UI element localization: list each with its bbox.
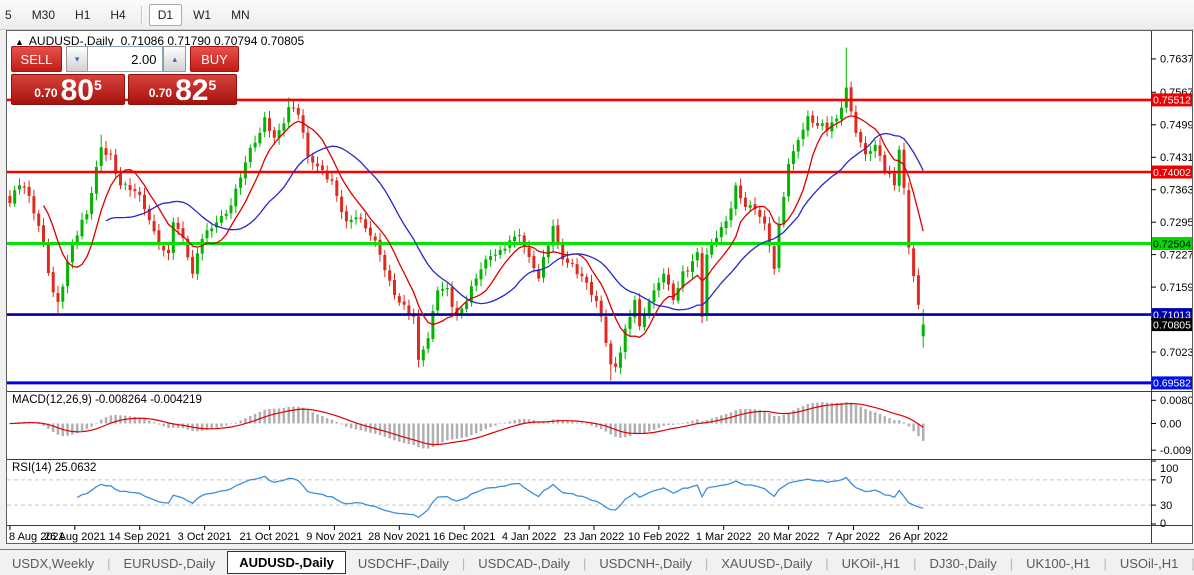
svg-text:0.76370: 0.76370 [1160, 54, 1192, 66]
sell-price-prefix: 0.70 [34, 86, 58, 100]
volume-input[interactable] [87, 46, 164, 72]
svg-text:16 Dec 2021: 16 Dec 2021 [433, 531, 495, 543]
svg-text:10 Feb 2022: 10 Feb 2022 [628, 531, 690, 543]
timeframe-mn[interactable]: MN [222, 4, 259, 26]
timeframe-toolbar: 5 M30 H1 H4 D1 W1 MN [0, 0, 1194, 30]
timeframe-h4[interactable]: H4 [101, 4, 134, 26]
svg-text:26 Apr 2022: 26 Apr 2022 [889, 531, 948, 543]
svg-text:0.72504: 0.72504 [1153, 238, 1191, 250]
svg-text:0.74002: 0.74002 [1153, 167, 1191, 179]
volume-increase-button[interactable]: ▴ [163, 46, 187, 72]
svg-text:3 Oct 2021: 3 Oct 2021 [178, 531, 232, 543]
svg-text:30: 30 [1160, 500, 1172, 512]
sell-price-button[interactable]: 0.70 80 5 [11, 74, 125, 107]
rsi-indicator-label: RSI(14) 25.0632 [12, 462, 97, 474]
svg-text:0.72270: 0.72270 [1160, 249, 1192, 261]
timeframe-m30[interactable]: M30 [23, 4, 64, 26]
svg-text:26 Aug 2021: 26 Aug 2021 [44, 531, 106, 543]
svg-text:100: 100 [1160, 463, 1178, 475]
tab-usdchf-daily[interactable]: USDCHF-,Daily [346, 552, 461, 575]
tab-uk100-h1[interactable]: UK100-,H1 [1014, 552, 1102, 575]
timeframe-w1[interactable]: W1 [184, 4, 220, 26]
buy-price-main: 82 [175, 74, 209, 107]
tab-separator: | [1191, 555, 1194, 571]
symbol-tab-bar: USDX,Weekly | EURUSD-,Daily AUDUSD-,Daily US… [0, 549, 1194, 575]
svg-text:0.69582: 0.69582 [1153, 378, 1191, 390]
svg-text:4 Jan 2022: 4 Jan 2022 [502, 531, 556, 543]
svg-text:0.72950: 0.72950 [1160, 217, 1192, 229]
volume-decrease-button[interactable]: ▾ [65, 46, 88, 72]
svg-text:1 Mar 2022: 1 Mar 2022 [696, 531, 752, 543]
tab-ukoil-h1[interactable]: UKOil-,H1 [830, 552, 913, 575]
buy-button[interactable]: BUY [190, 46, 239, 72]
tab-dj30-daily[interactable]: DJ30-,Daily [918, 552, 1009, 575]
macd-indicator-label: MACD(12,26,9) -0.008264 -0.004219 [12, 394, 202, 406]
svg-text:9 Nov 2021: 9 Nov 2021 [306, 531, 362, 543]
svg-text:28 Nov 2021: 28 Nov 2021 [368, 531, 430, 543]
tab-usoil-h1[interactable]: USOil-,H1 [1108, 552, 1191, 575]
svg-text:0.70805: 0.70805 [1153, 319, 1191, 331]
timeframe-5[interactable]: 5 [0, 4, 21, 26]
svg-text:21 Oct 2021: 21 Oct 2021 [240, 531, 300, 543]
tab-usdcad-daily[interactable]: USDCAD-,Daily [466, 552, 582, 575]
tab-usdcnh-daily[interactable]: USDCNH-,Daily [587, 552, 703, 575]
svg-text:20 Mar 2022: 20 Mar 2022 [758, 531, 820, 543]
tab-eurusd-daily[interactable]: EURUSD-,Daily [112, 552, 228, 575]
svg-text:0.73630: 0.73630 [1160, 185, 1192, 197]
tab-audusd-daily[interactable]: AUDUSD-,Daily [227, 550, 346, 574]
one-click-trading-panel: SELL ▾ ▴ BUY 0.70805 0.70825 [11, 46, 239, 107]
buy-price-prefix: 0.70 [148, 86, 173, 100]
svg-text:0: 0 [1160, 518, 1166, 530]
svg-text:7 Apr 2022: 7 Apr 2022 [827, 531, 880, 543]
svg-text:70: 70 [1160, 475, 1172, 487]
svg-text:0.75512: 0.75512 [1153, 95, 1191, 107]
svg-text:0.00: 0.00 [1160, 418, 1181, 430]
svg-text:0.70230: 0.70230 [1160, 347, 1192, 359]
svg-text:0.74990: 0.74990 [1160, 120, 1192, 132]
sell-price-pip: 5 [93, 77, 102, 93]
toolbar-separator [140, 5, 143, 24]
buy-price-button[interactable]: 0.70 82 5 [128, 74, 237, 107]
chart-window: 0.763700.756700.749900.743100.736300.729… [6, 30, 1193, 544]
svg-text:0.71590: 0.71590 [1160, 282, 1192, 294]
svg-text:0.008061: 0.008061 [1160, 395, 1192, 407]
svg-text:-0.009286: -0.009286 [1160, 445, 1192, 457]
mt-terminal: { "toolbar": {"items": ["5","M30","H1","… [0, 0, 1194, 575]
sell-button[interactable]: SELL [11, 46, 62, 72]
svg-text:0.74310: 0.74310 [1160, 152, 1192, 164]
timeframe-h1[interactable]: H1 [66, 4, 99, 26]
tab-xauusd-daily[interactable]: XAUUSD-,Daily [709, 552, 824, 575]
svg-text:14 Sep 2021: 14 Sep 2021 [109, 531, 171, 543]
buy-price-pip: 5 [208, 77, 217, 93]
svg-text:23 Jan 2022: 23 Jan 2022 [564, 531, 625, 543]
tab-usdx-weekly[interactable]: USDX,Weekly [0, 552, 106, 575]
timeframe-d1[interactable]: D1 [148, 3, 183, 26]
sell-price-main: 80 [60, 74, 94, 107]
